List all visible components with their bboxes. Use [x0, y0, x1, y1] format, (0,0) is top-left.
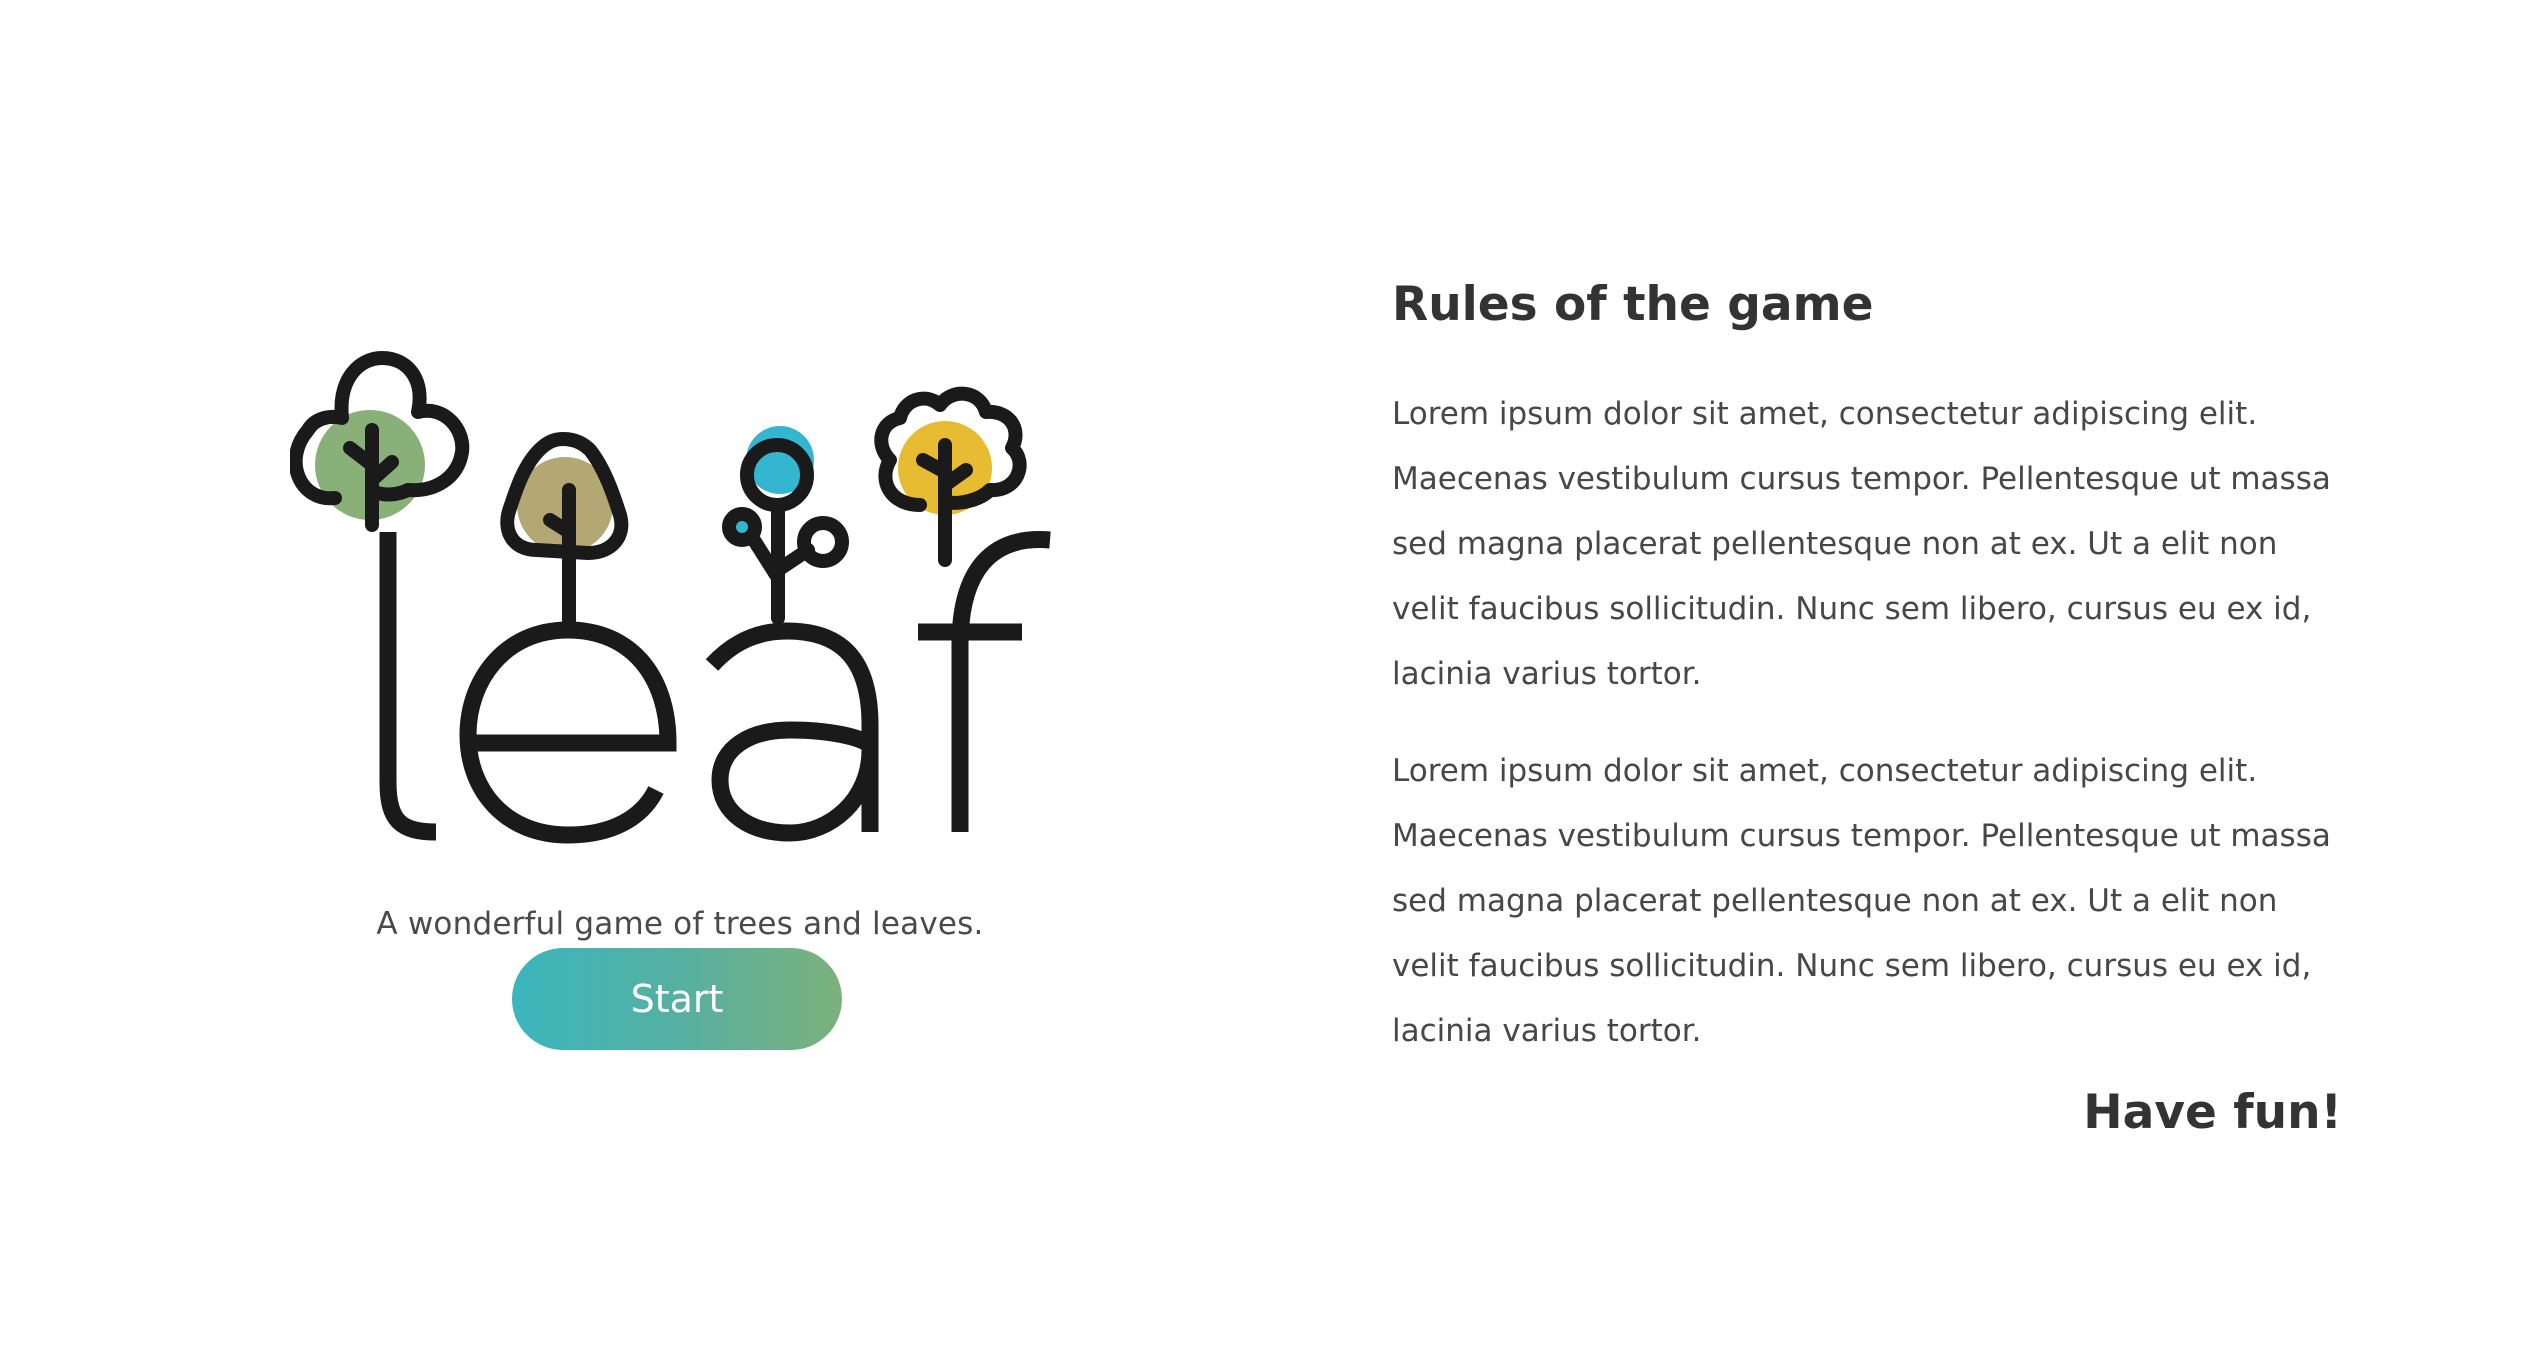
- tree-icon-yellow: [874, 386, 1027, 567]
- tree-icon-green: [290, 351, 470, 532]
- tagline: A wonderful game of trees and leaves.: [376, 906, 984, 942]
- tree-icon-olive: [500, 432, 629, 637]
- start-screen: A wonderful game of trees and leaves. St…: [0, 0, 2526, 1366]
- rules-paragraph-2: Lorem ipsum dolor sit amet, consectetur …: [1392, 753, 2331, 1049]
- rules-panel: Rules of the game Lorem ipsum dolor sit …: [1392, 270, 2342, 1170]
- rules-title: Rules of the game: [1392, 277, 1874, 332]
- rules-paragraph-1: Lorem ipsum dolor sit amet, consectetur …: [1392, 396, 2331, 692]
- start-button[interactable]: Start: [512, 948, 842, 1050]
- have-fun-text: Have fun!: [2083, 1085, 2342, 1140]
- leaf-logo: [290, 350, 1070, 850]
- tree-icon-cyan: [722, 426, 849, 625]
- hero-section: A wonderful game of trees and leaves. St…: [290, 350, 1070, 1060]
- logo-wordmark: [379, 531, 1051, 844]
